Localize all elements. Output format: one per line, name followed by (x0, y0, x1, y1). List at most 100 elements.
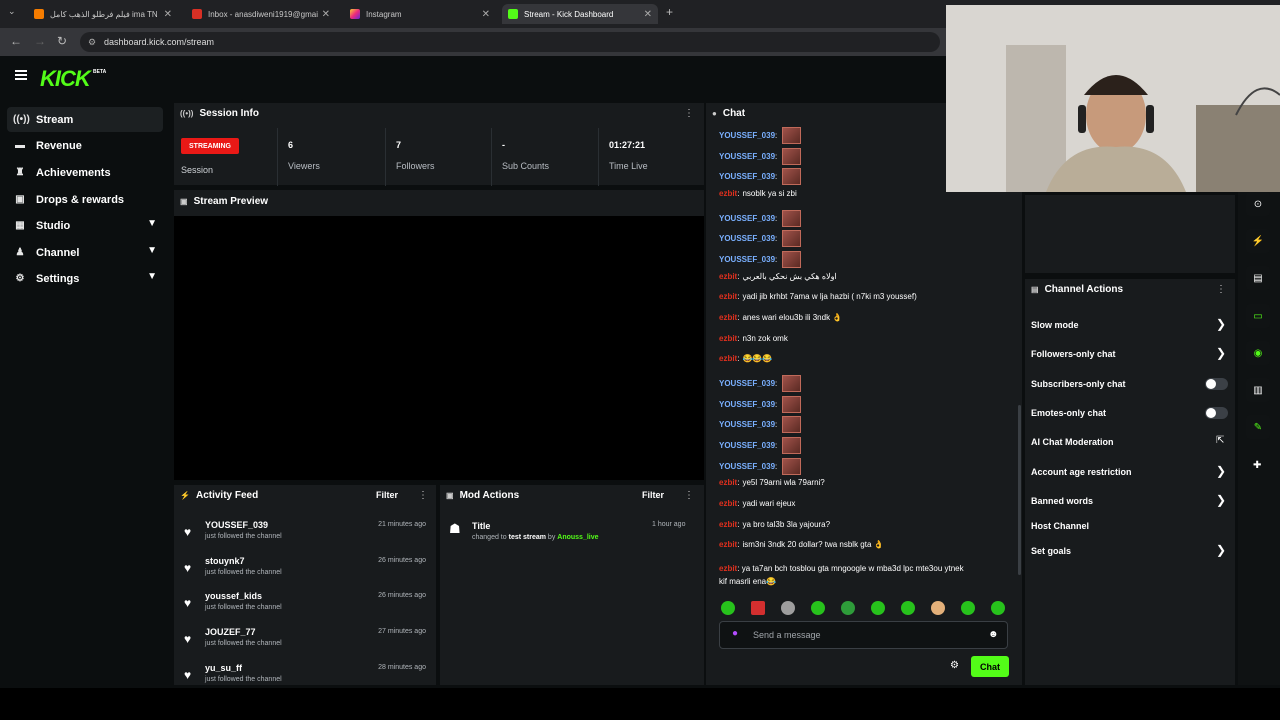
chat-username[interactable]: ezbit (719, 189, 737, 198)
more-options-icon[interactable]: ⋮ (418, 490, 428, 501)
chat-username[interactable]: ezbit (719, 313, 737, 322)
account-age-row[interactable]: Account age restriction (1031, 467, 1132, 477)
emote-button[interactable] (751, 601, 765, 615)
emote-button[interactable] (931, 601, 945, 615)
emote-button[interactable] (871, 601, 885, 615)
browser-tab[interactable]: Instagram ✕ (344, 4, 496, 24)
sidebar-item-drops[interactable]: ▣ Drops & rewards (7, 187, 163, 212)
chat-username[interactable]: ezbit (719, 478, 737, 487)
chat-username[interactable]: YOUSSEF_039 (719, 131, 775, 140)
username[interactable]: YOUSSEF_039 (205, 520, 268, 530)
chat-username[interactable]: YOUSSEF_039 (719, 152, 775, 161)
chat-username[interactable]: ezbit (719, 520, 737, 529)
send-chat-button[interactable]: Chat (971, 656, 1009, 677)
emote-button[interactable] (841, 601, 855, 615)
followers-only-row[interactable]: Followers-only chat (1031, 349, 1116, 359)
broadcast-icon[interactable]: ◉ (1246, 341, 1270, 365)
close-tab-icon[interactable]: ✕ (164, 9, 172, 20)
tab-search-icon[interactable]: ⌄ (8, 6, 16, 17)
browser-tab-active[interactable]: Stream - Kick Dashboard ✕ (502, 4, 658, 24)
chat-username[interactable]: YOUSSEF_039 (719, 255, 775, 264)
chat-username[interactable]: YOUSSEF_039 (719, 441, 775, 450)
microphone-icon[interactable]: ● (732, 628, 738, 639)
emote-image (782, 168, 802, 185)
menu-icon[interactable] (15, 70, 27, 80)
chat-username[interactable]: ezbit (719, 564, 737, 573)
slow-mode-row[interactable]: Slow mode (1031, 320, 1079, 330)
emote-button[interactable] (781, 601, 795, 615)
ai-moderation-row[interactable]: AI Chat Moderation (1031, 437, 1114, 447)
close-tab-icon[interactable]: ✕ (482, 9, 490, 20)
wrench-icon[interactable]: ✎ (1246, 415, 1270, 439)
emote-button[interactable] (811, 601, 825, 615)
sidebar-item-achievements[interactable]: ♜ Achievements (7, 160, 163, 185)
lightning-icon[interactable]: ⚡ (1246, 229, 1270, 253)
chat-username[interactable]: YOUSSEF_039 (719, 462, 775, 471)
chat-username[interactable]: ezbit (719, 354, 737, 363)
layout-icon[interactable]: ▥ (1246, 378, 1270, 402)
chat-username[interactable]: YOUSSEF_039 (719, 234, 775, 243)
filter-button[interactable]: Filter (642, 490, 664, 500)
chat-username[interactable]: ezbit (719, 499, 737, 508)
chat-username[interactable]: ezbit (719, 272, 737, 281)
chat-username[interactable]: ezbit (719, 540, 737, 549)
chat-username[interactable]: YOUSSEF_039 (719, 400, 775, 409)
chat-username[interactable]: YOUSSEF_039 (719, 214, 775, 223)
emote-button[interactable] (991, 601, 1005, 615)
back-icon[interactable]: ← (10, 34, 22, 48)
target-icon[interactable]: ⊙ (1246, 192, 1270, 216)
browser-tab[interactable]: Inbox - anasdiweni1919@gmai ✕ (186, 4, 336, 24)
kick-logo[interactable]: KICK (40, 66, 91, 92)
emote-button[interactable] (721, 601, 735, 615)
more-options-icon[interactable]: ⋮ (684, 108, 694, 119)
external-link-icon[interactable]: ⇱ (1216, 435, 1224, 446)
emotes-only-toggle[interactable] (1205, 407, 1228, 419)
filter-button[interactable]: Filter (376, 490, 398, 500)
add-widget-icon[interactable]: ✚ (1253, 460, 1261, 471)
banned-words-row[interactable]: Banned words (1031, 496, 1093, 506)
sidebar-item-stream[interactable]: ((•)) Stream (7, 107, 163, 132)
sidebar-item-settings[interactable]: ⚙ Settings ▼ (7, 266, 163, 291)
new-tab-icon[interactable]: + (666, 5, 673, 19)
more-options-icon[interactable]: ⋮ (1216, 284, 1226, 295)
chevron-right-icon[interactable]: ❯ (1216, 464, 1226, 478)
host-channel-row[interactable]: Host Channel (1031, 521, 1089, 531)
chevron-right-icon[interactable]: ❯ (1216, 493, 1226, 507)
chevron-right-icon[interactable]: ❯ (1216, 543, 1226, 557)
forward-icon[interactable]: → (34, 34, 46, 48)
close-tab-icon[interactable]: ✕ (644, 9, 652, 20)
browser-tab[interactable]: فيلم فرطلو الذهب كامل ima TN ✕ (28, 4, 178, 24)
address-bar[interactable]: ⚙ dashboard.kick.com/stream (80, 32, 940, 52)
set-goals-row[interactable]: Set goals (1031, 546, 1071, 556)
activity-text: just followed the channel (205, 604, 282, 611)
username[interactable]: JOUZEF_77 (205, 627, 256, 637)
subscribers-only-toggle[interactable] (1205, 378, 1228, 390)
username[interactable]: yu_su_ff (205, 663, 242, 673)
chat-username[interactable]: YOUSSEF_039 (719, 379, 775, 388)
chat-username[interactable]: ezbit (719, 334, 737, 343)
more-options-icon[interactable]: ⋮ (684, 490, 694, 501)
chat-username[interactable]: YOUSSEF_039 (719, 172, 775, 181)
emoji-picker-icon[interactable]: ☻ (988, 629, 999, 640)
reload-icon[interactable]: ↻ (57, 34, 67, 48)
chat-bubble-icon[interactable]: ▭ (1246, 304, 1270, 328)
emote-button[interactable] (961, 601, 975, 615)
chat-username[interactable]: ezbit (719, 292, 737, 301)
sidebar-item-studio[interactable]: ▦ Studio ▼ (7, 213, 163, 238)
chevron-right-icon[interactable]: ❯ (1216, 317, 1226, 331)
emote-button[interactable] (901, 601, 915, 615)
site-info-icon[interactable]: ⚙ (88, 37, 96, 48)
chat-settings-icon[interactable]: ⚙ (950, 660, 959, 671)
stream-preview-video[interactable] (174, 216, 704, 480)
chat-username[interactable]: YOUSSEF_039 (719, 420, 775, 429)
chat-input[interactable]: ● Send a message ☻ (719, 621, 1008, 649)
username[interactable]: stouynk7 (205, 556, 245, 566)
document-icon[interactable]: ▤ (1246, 266, 1270, 290)
sidebar-item-revenue[interactable]: ▬ Revenue (7, 133, 163, 158)
chevron-right-icon[interactable]: ❯ (1216, 346, 1226, 360)
sidebar-item-channel[interactable]: ♟ Channel ▼ (7, 240, 163, 265)
close-tab-icon[interactable]: ✕ (322, 9, 330, 20)
username[interactable]: youssef_kids (205, 591, 262, 601)
chat-scrollbar[interactable] (1018, 405, 1021, 575)
mod-user[interactable]: Anouss_live (557, 534, 598, 541)
